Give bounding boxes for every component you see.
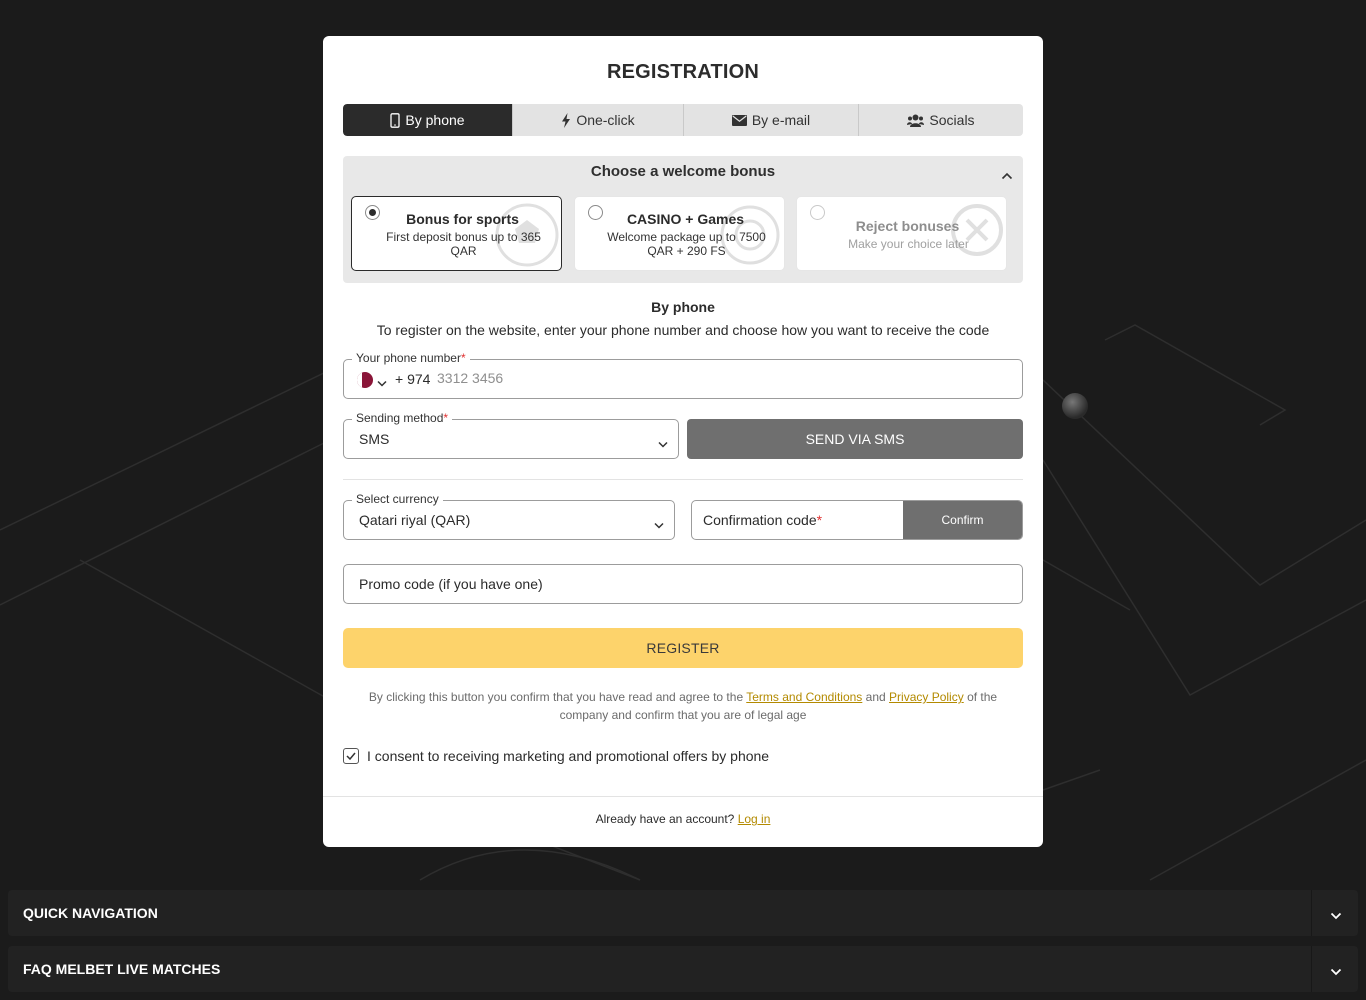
registration-modal: REGISTRATION By phone One-click By e-mai… xyxy=(323,36,1043,847)
phone-field: Your phone number* + 974 xyxy=(343,351,1023,399)
tab-label: By phone xyxy=(405,112,465,128)
section-title: By phone xyxy=(651,299,715,315)
chevron-down-icon xyxy=(658,435,668,453)
bonus-panel-title: Choose a welcome bonus xyxy=(590,163,776,180)
tab-by-email[interactable]: By e-mail xyxy=(684,104,859,136)
accordion-title: QUICK NAVIGATION xyxy=(23,905,158,921)
bonus-option-subtitle: Welcome package up to 7500 QAR + 290 FS xyxy=(607,230,766,258)
bonus-option-subtitle: Make your choice later xyxy=(848,237,969,251)
modal-title: REGISTRATION xyxy=(606,61,760,83)
section-description: To register on the website, enter your p… xyxy=(376,322,990,338)
accordion-separator xyxy=(1311,946,1312,992)
tab-by-phone[interactable]: By phone xyxy=(343,104,513,136)
bonus-option-subtitle: First deposit bonus up to 365 QAR xyxy=(386,230,541,258)
send-via-sms-button[interactable]: SEND VIA SMS xyxy=(687,419,1023,459)
envelope-icon xyxy=(731,114,747,126)
terms-notice: By clicking this button you confirm that… xyxy=(368,690,998,722)
marketing-consent: I consent to receiving marketing and pro… xyxy=(343,747,769,765)
footer-divider xyxy=(323,796,1043,797)
accordion-faq-live-matches[interactable]: FAQ MELBET LIVE MATCHES xyxy=(8,946,1358,992)
sending-method-value: SMS xyxy=(359,431,390,447)
registration-tabs: By phone One-click By e-mail Socials xyxy=(343,104,1023,136)
currency-label: Select currency xyxy=(352,492,443,506)
divider xyxy=(343,479,1023,480)
confirm-button[interactable]: Confirm xyxy=(903,501,1022,539)
lightning-icon xyxy=(561,112,571,128)
bonus-option-title: Bonus for sports xyxy=(406,211,519,227)
register-button[interactable]: REGISTER xyxy=(343,628,1023,668)
mobile-icon xyxy=(390,112,401,128)
welcome-bonus-panel: Choose a welcome bonus Bonus for sports … xyxy=(343,156,1023,283)
confirmation-code-label: Confirmation code* xyxy=(703,512,823,528)
promo-code-field[interactable]: Promo code (if you have one) xyxy=(343,564,1023,604)
currency-value: Qatari riyal (QAR) xyxy=(359,512,471,528)
tab-label: Socials xyxy=(929,112,975,128)
bonus-option-sports[interactable]: Bonus for sports First deposit bonus up … xyxy=(351,196,562,271)
chevron-up-icon[interactable] xyxy=(1001,167,1013,185)
chevron-down-icon[interactable] xyxy=(1330,963,1342,981)
phone-field-label: Your phone number* xyxy=(352,351,470,365)
bonus-option-reject[interactable]: Reject bonuses Make your choice later xyxy=(796,196,1007,271)
promo-code-placeholder: Promo code (if you have one) xyxy=(359,576,543,592)
tab-one-click[interactable]: One-click xyxy=(513,104,684,136)
confirmation-code-field[interactable]: Confirmation code* Confirm xyxy=(691,500,1023,540)
sending-method-label: Sending method* xyxy=(352,411,453,425)
accordion-title: FAQ MELBET LIVE MATCHES xyxy=(23,961,221,977)
sending-method-select[interactable]: Sending method* SMS xyxy=(343,411,679,459)
consent-label: I consent to receiving marketing and pro… xyxy=(367,748,770,764)
tab-label: By e-mail xyxy=(751,112,811,128)
accordion-quick-navigation[interactable]: QUICK NAVIGATION xyxy=(8,890,1358,936)
bonus-option-title: CASINO + Games xyxy=(626,211,745,227)
chevron-down-icon xyxy=(654,516,664,534)
users-icon xyxy=(907,114,925,127)
accordion-separator xyxy=(1311,890,1312,936)
tab-label: One-click xyxy=(576,112,635,128)
bonus-option-casino[interactable]: CASINO + Games Welcome package up to 750… xyxy=(574,196,785,271)
phone-input[interactable] xyxy=(437,370,737,386)
tab-socials[interactable]: Socials xyxy=(859,104,1023,136)
chevron-down-icon[interactable] xyxy=(1330,907,1342,925)
checkmark-icon xyxy=(346,752,356,760)
login-link[interactable]: Log in xyxy=(738,812,771,826)
qatar-flag-icon[interactable] xyxy=(357,372,373,388)
currency-select[interactable]: Select currency Qatari riyal (QAR) xyxy=(343,492,675,540)
privacy-link[interactable]: Privacy Policy xyxy=(889,690,964,704)
terms-link[interactable]: Terms and Conditions xyxy=(746,690,862,704)
country-code: + 974 xyxy=(395,371,431,387)
chevron-down-icon[interactable] xyxy=(377,374,387,392)
bonus-option-title: Reject bonuses xyxy=(855,218,960,234)
consent-checkbox[interactable] xyxy=(343,748,359,764)
login-prompt: Already have an account? Log in xyxy=(595,812,771,826)
